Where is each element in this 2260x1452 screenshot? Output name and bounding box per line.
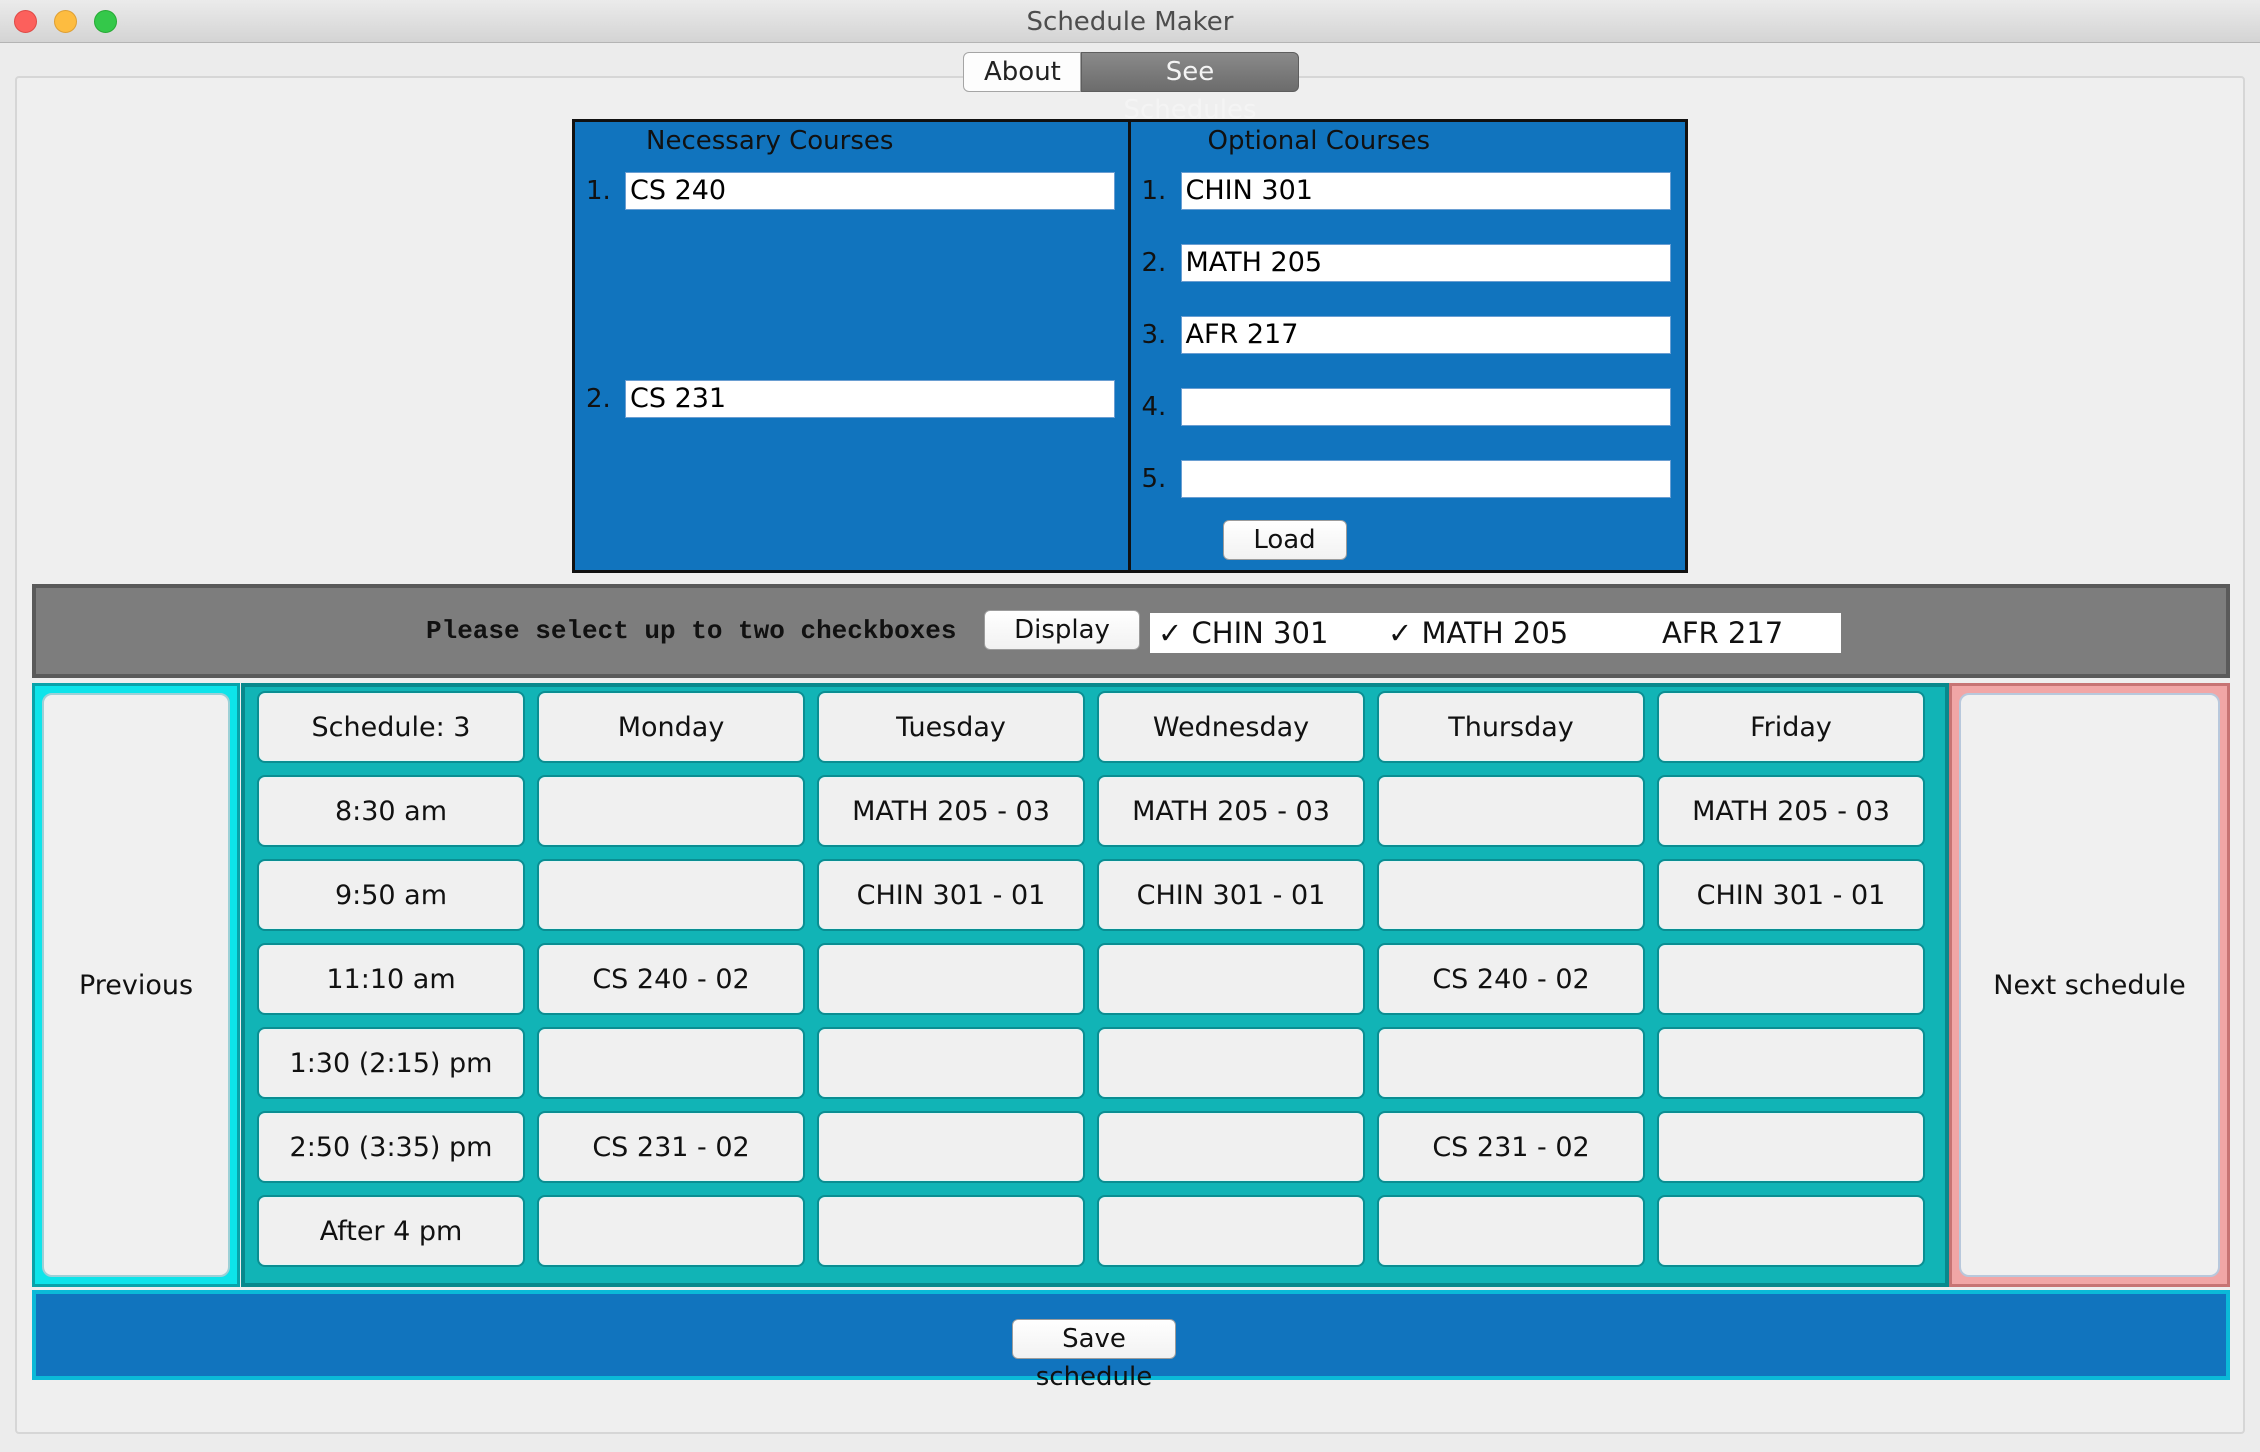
checkbox-label: AFR 217	[1662, 616, 1784, 650]
optional-courses-panel: Optional Courses 1. CHIN 301 2. MATH 205…	[1130, 119, 1688, 573]
time-slot-label: 2:50 (3:35) pm	[257, 1111, 525, 1183]
schedule-area: Previous Schedule: 3 Monday Tuesday Wednesd…	[32, 683, 2230, 1290]
schedule-grid-cells: Schedule: 3 Monday Tuesday Wednesday Thursda…	[245, 687, 1945, 1283]
optional-row-number: 2.	[1141, 248, 1167, 278]
schedule-cell-monday[interactable]	[537, 1195, 805, 1267]
optional-course-4-input[interactable]	[1180, 388, 1671, 426]
schedule-cell-friday[interactable]	[1657, 1027, 1925, 1099]
necessary-courses-header: Necessary Courses	[646, 126, 894, 156]
time-slot-label: 8:30 am	[257, 775, 525, 847]
previous-panel: Previous	[32, 683, 240, 1287]
optional-row-number: 3.	[1141, 320, 1167, 350]
schedule-cell-wednesday[interactable]	[1097, 1195, 1365, 1267]
time-slot-label: 9:50 am	[257, 859, 525, 931]
checkbox-afr-217[interactable]: AFR 217	[1662, 616, 1783, 650]
time-slot-label: After 4 pm	[257, 1195, 525, 1267]
tab-about[interactable]: About	[963, 52, 1081, 92]
schedule-cell-thursday[interactable]	[1377, 1195, 1645, 1267]
schedule-cell-tuesday[interactable]: CHIN 301 - 01	[817, 859, 1085, 931]
necessary-course-2-input[interactable]: CS 231	[625, 380, 1115, 418]
select-prompt: Please select up to two checkboxes	[426, 616, 957, 646]
schedule-cell-wednesday[interactable]	[1097, 1027, 1365, 1099]
necessary-courses-panel: Necessary Courses 1. CS 240 2. CS 231	[572, 119, 1131, 573]
schedule-cell-tuesday[interactable]	[817, 1027, 1085, 1099]
day-header-monday: Monday	[537, 691, 805, 763]
optional-courses-header: Optional Courses	[1207, 126, 1431, 156]
save-bar: Save schedule	[32, 1290, 2230, 1392]
day-header-tuesday: Tuesday	[817, 691, 1085, 763]
checkbox-math-205[interactable]: ✓ MATH 205	[1388, 616, 1568, 650]
window-title: Schedule Maker	[1026, 7, 1234, 37]
schedule-cell-friday[interactable]	[1657, 1195, 1925, 1267]
save-schedule-button[interactable]: Save schedule	[1012, 1319, 1176, 1392]
schedule-cell-wednesday[interactable]	[1097, 943, 1365, 1015]
schedule-cell-thursday[interactable]	[1377, 775, 1645, 847]
checkbox-select-bar: Please select up to two checkboxes Displ…	[32, 584, 2230, 678]
checkbox-label: MATH 205	[1421, 616, 1569, 650]
checkmark-icon: ✓	[1388, 616, 1413, 650]
day-header-friday: Friday	[1657, 691, 1925, 763]
schedule-cell-friday[interactable]	[1657, 943, 1925, 1015]
schedule-cell-monday[interactable]: CS 231 - 02	[537, 1111, 805, 1183]
course-checkbox-group: ✓ CHIN 301 ✓ MATH 205 AFR 217	[1150, 613, 1841, 653]
tab-bar: About See Schedules	[963, 52, 1299, 125]
optional-course-3-input[interactable]: AFR 217	[1180, 316, 1671, 354]
title-bar: Schedule Maker	[0, 0, 2260, 43]
optional-row-number: 5.	[1141, 464, 1167, 494]
optional-course-1-input[interactable]: CHIN 301	[1180, 172, 1671, 210]
schedule-grid: Schedule: 3 Monday Tuesday Wednesday Thursda…	[241, 683, 1949, 1287]
schedule-cell-friday[interactable]: CHIN 301 - 01	[1657, 859, 1925, 931]
load-button[interactable]: Load	[1222, 520, 1347, 560]
next-panel: Next schedule	[1949, 683, 2230, 1287]
checkbox-label: CHIN 301	[1191, 616, 1329, 650]
time-slot-label: 11:10 am	[257, 943, 525, 1015]
display-button[interactable]: Display	[984, 610, 1140, 650]
checkbox-chin-301[interactable]: ✓ CHIN 301	[1158, 616, 1328, 650]
schedule-cell-wednesday[interactable]: CHIN 301 - 01	[1097, 859, 1365, 931]
necessary-row-number: 2.	[586, 384, 611, 414]
necessary-course-1-input[interactable]: CS 240	[625, 172, 1115, 210]
time-slot-label: 1:30 (2:15) pm	[257, 1027, 525, 1099]
optional-row-number: 4.	[1141, 392, 1167, 422]
schedule-cell-tuesday[interactable]	[817, 1111, 1085, 1183]
schedule-cell-monday[interactable]	[537, 1027, 805, 1099]
schedule-cell-friday[interactable]	[1657, 1111, 1925, 1183]
schedule-cell-monday[interactable]	[537, 859, 805, 931]
checkmark-icon: ✓	[1158, 616, 1183, 650]
day-header-wednesday: Wednesday	[1097, 691, 1365, 763]
next-schedule-button[interactable]: Next schedule	[1959, 693, 2220, 1277]
optional-row-number: 1.	[1141, 176, 1167, 206]
schedule-number-label: Schedule: 3	[257, 691, 525, 763]
necessary-row-number: 1.	[586, 176, 611, 206]
schedule-cell-monday[interactable]: CS 240 - 02	[537, 943, 805, 1015]
schedule-cell-tuesday[interactable]	[817, 943, 1085, 1015]
schedule-cell-wednesday[interactable]	[1097, 1111, 1365, 1183]
day-header-thursday: Thursday	[1377, 691, 1645, 763]
schedule-cell-wednesday[interactable]: MATH 205 - 03	[1097, 775, 1365, 847]
previous-button[interactable]: Previous	[42, 693, 230, 1277]
optional-course-2-input[interactable]: MATH 205	[1180, 244, 1671, 282]
schedule-cell-friday[interactable]: MATH 205 - 03	[1657, 775, 1925, 847]
schedule-cell-tuesday[interactable]: MATH 205 - 03	[817, 775, 1085, 847]
schedule-cell-thursday[interactable]: CS 240 - 02	[1377, 943, 1645, 1015]
courses-panel: Necessary Courses 1. CS 240 2. CS 231 Op…	[572, 119, 1688, 573]
tab-see-schedules[interactable]: See Schedules	[1081, 52, 1299, 125]
schedule-cell-tuesday[interactable]	[817, 1195, 1085, 1267]
optional-course-5-input[interactable]	[1180, 460, 1671, 498]
schedule-cell-thursday[interactable]: CS 231 - 02	[1377, 1111, 1645, 1183]
schedule-cell-monday[interactable]	[537, 775, 805, 847]
schedule-cell-thursday[interactable]	[1377, 1027, 1645, 1099]
schedule-cell-thursday[interactable]	[1377, 859, 1645, 931]
